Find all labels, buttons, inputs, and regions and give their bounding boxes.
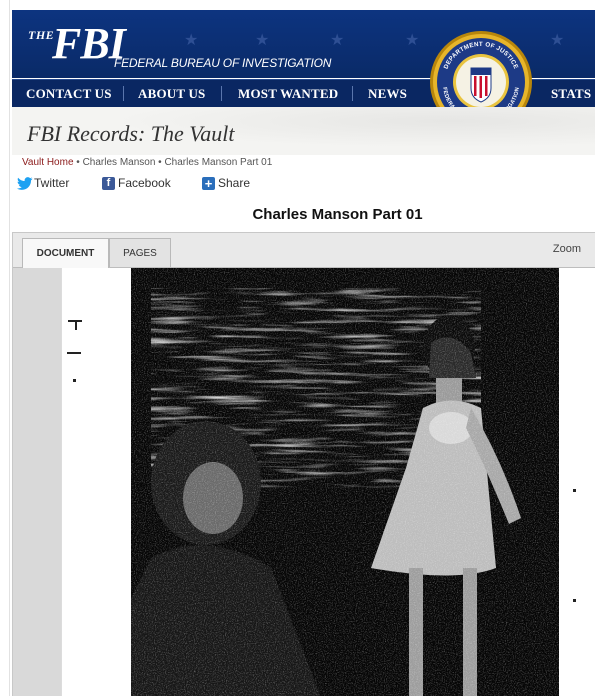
page: ★ ★ ★ ★ ★ THE FBI FEDERAL BUREAU OF INVE… [0, 0, 595, 696]
tab-document[interactable]: DOCUMENT [22, 238, 109, 268]
document-scroll-area[interactable] [13, 268, 595, 696]
breadcrumb-current: Charles Manson Part 01 [164, 157, 273, 168]
scan-mark [73, 379, 76, 382]
tab-pages[interactable]: PAGES [109, 238, 171, 267]
facebook-share-button[interactable]: f Facebook [102, 176, 171, 190]
scan-mark [573, 489, 576, 492]
document-page [62, 268, 595, 696]
document-viewer: DOCUMENT PAGES Zoom [12, 232, 595, 696]
star-icon: ★ [550, 32, 565, 49]
document-title: Charles Manson Part 01 [252, 206, 423, 223]
nav-most-wanted[interactable]: MOST WANTED [238, 86, 338, 102]
facebook-f-icon: f [102, 176, 115, 190]
scanned-photo [131, 268, 559, 696]
star-icon: ★ [405, 32, 420, 49]
scan-mark [67, 352, 81, 354]
nav-news[interactable]: NEWS [368, 86, 407, 102]
nav-about-us[interactable]: ABOUT US [138, 86, 205, 102]
share-label: Share [218, 176, 251, 190]
viewer-left-margin [13, 268, 61, 696]
breadcrumb: Vault Home • Charles Manson • Charles Ma… [22, 157, 272, 168]
scan-mark [75, 320, 77, 330]
star-icon: ★ [184, 32, 199, 49]
nav-contact-us[interactable]: CONTACT US [26, 86, 112, 102]
twitter-label: Twitter [34, 176, 70, 190]
vault-title[interactable]: FBI Records: The Vault [27, 121, 235, 147]
facebook-label: Facebook [118, 176, 171, 190]
vault-banner: FBI Records: The Vault [12, 107, 595, 155]
logo-the-text: THE [28, 28, 55, 42]
viewer-toolbar: DOCUMENT PAGES Zoom [13, 233, 595, 268]
scan-mark [573, 599, 576, 602]
breadcrumb-charles-manson[interactable]: Charles Manson [83, 157, 156, 168]
twitter-bird-icon [17, 176, 33, 190]
star-icon: ★ [330, 32, 345, 49]
zoom-control[interactable]: Zoom [553, 243, 581, 255]
plus-share-icon: + [202, 176, 215, 190]
nav-divider [221, 86, 222, 101]
nav-divider [352, 86, 353, 101]
breadcrumb-vault-home[interactable]: Vault Home [22, 157, 74, 168]
star-icon: ★ [255, 32, 270, 49]
share-button[interactable]: + Share [202, 176, 250, 190]
breadcrumb-separator: • [73, 157, 83, 168]
twitter-share-button[interactable]: Twitter [17, 176, 69, 190]
nav-divider [123, 86, 124, 101]
nav-stats[interactable]: STATS & [551, 86, 595, 102]
logo-subtitle: FEDERAL BUREAU OF INVESTIGATION [114, 56, 332, 70]
page-border [9, 0, 10, 696]
